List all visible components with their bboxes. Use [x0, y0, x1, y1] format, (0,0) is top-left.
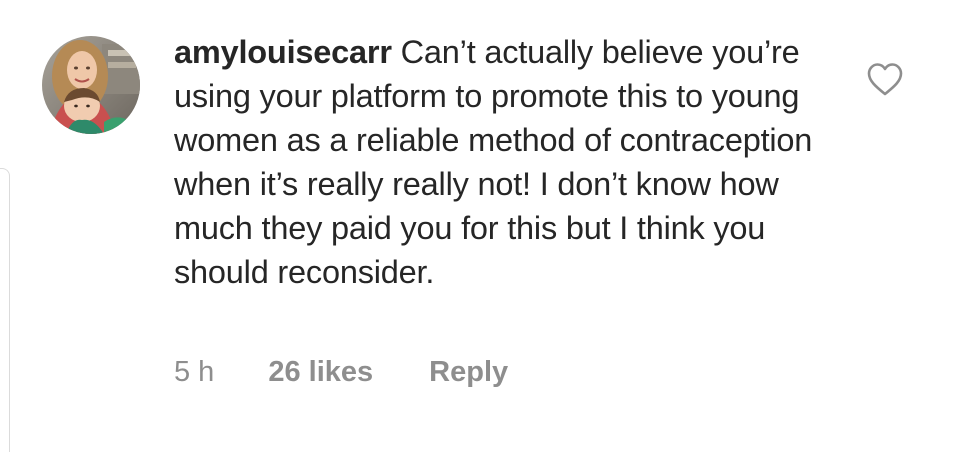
left-edge-divider: [0, 168, 10, 452]
reply-button[interactable]: Reply: [429, 356, 508, 389]
comment-timestamp: 5 h: [174, 355, 215, 388]
avatar-photo: [42, 36, 140, 134]
comment-meta: 5 h 26 likes Reply: [174, 352, 508, 392]
heart-outline-icon[interactable]: [866, 61, 904, 97]
comment-username[interactable]: amylouisecarr: [174, 34, 392, 70]
comment-body: amylouisecarr Can’t actually believe you…: [174, 30, 834, 294]
avatar[interactable]: [42, 36, 140, 134]
comment-row: amylouisecarr Can’t actually believe you…: [0, 0, 960, 452]
likes-count[interactable]: 26 likes: [268, 356, 373, 389]
comment-text: Can’t actually believe you’re using your…: [174, 34, 813, 290]
